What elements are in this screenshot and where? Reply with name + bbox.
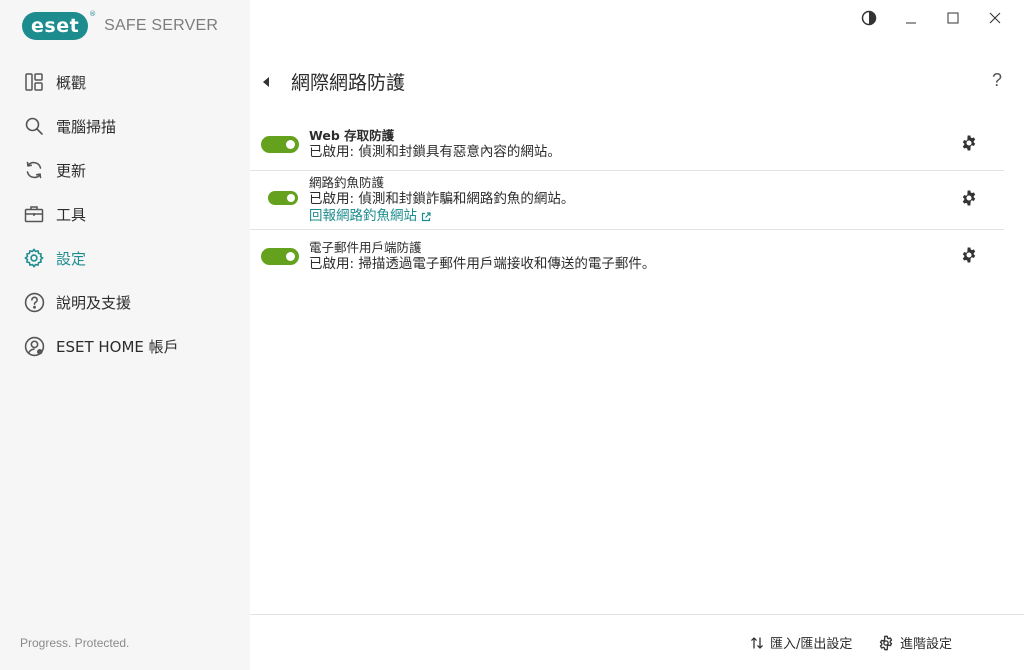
tools-icon [23,203,45,225]
feature-status: 已啟用: 偵測和封鎖具有惡意內容的網站。 [309,144,561,160]
feature-list: Web 存取防護 已啟用: 偵測和封鎖具有惡意內容的網站。 網路釣魚防護 已啟用… [250,118,1004,280]
feature-title: Web 存取防護 [309,128,395,143]
theme-toggle-button[interactable] [848,8,890,28]
web-access-settings-gear-icon[interactable] [960,134,978,152]
import-export-settings-button[interactable]: 匯入/匯出設定 [750,633,852,652]
import-export-label: 匯入/匯出設定 [770,637,853,652]
maximize-icon [947,12,959,24]
sidebar-item-overview[interactable]: 概觀 [0,60,250,104]
report-phishing-link[interactable]: 回報網路釣魚網站 [309,208,574,225]
product-name: SAFE SERVER [104,17,219,34]
sidebar-item-computer-scan[interactable]: 電腦掃描 [0,104,250,148]
feature-title: 網路釣魚防護 [309,175,385,190]
anti-phishing-toggle[interactable] [268,191,298,205]
page-title: 網際網路防護 [291,72,406,94]
advanced-setup-button[interactable]: 進階設定 [878,633,952,652]
feature-row-anti-phishing: 網路釣魚防護 已啟用: 偵測和封鎖詐騙和網路釣魚的網站。 回報網路釣魚網站 [250,171,1004,230]
footer-bar: 匯入/匯出設定 進階設定 [250,614,1024,670]
help-icon [23,291,45,313]
sidebar-item-setup[interactable]: 設定 [0,236,250,280]
sidebar-item-label: 工具 [56,205,87,224]
sidebar-item-label: 概觀 [56,73,87,92]
import-export-icon [750,636,764,650]
toggle-knob [286,140,295,149]
toggle-knob [286,252,295,261]
feature-title: 電子郵件用戶端防護 [309,240,422,255]
contrast-icon [861,10,877,26]
scan-icon [23,115,45,137]
email-client-settings-gear-icon[interactable] [960,246,978,264]
minimize-button[interactable] [890,8,932,28]
close-icon [989,12,1001,24]
sidebar-item-label: 更新 [56,161,87,180]
tagline: Progress. Protected. [20,636,130,650]
back-button[interactable] [262,72,274,92]
sidebar-item-tools[interactable]: 工具 [0,192,250,236]
sidebar-item-label: ESET HOME 帳戶 [56,337,179,356]
close-button[interactable] [974,8,1016,28]
toggle-knob [287,194,295,202]
sidebar-item-label: 電腦掃描 [56,117,117,136]
logo-badge: eset [22,12,89,40]
page-header: 網際網路防護 [262,68,405,95]
feature-status: 已啟用: 掃描透過電子郵件用戶端接收和傳送的電子郵件。 [309,256,656,272]
settings-icon [23,247,45,269]
overview-icon [23,71,45,93]
sidebar-nav: 概觀 電腦掃描 更新 工具 設定 說明及支援 ESET HOME 帳戶 [0,60,250,368]
sidebar-item-label: 設定 [56,249,87,268]
advanced-setup-label: 進階設定 [900,637,953,652]
registered-mark-icon: ® [89,10,97,18]
back-arrow-icon [263,76,269,87]
update-icon [23,159,45,181]
link-label: 回報網路釣魚網站 [309,208,417,224]
feature-row-email-client: 電子郵件用戶端防護 已啟用: 掃描透過電子郵件用戶端接收和傳送的電子郵件。 [250,230,1004,280]
gear-icon [878,635,894,651]
feature-row-web-access: Web 存取防護 已啟用: 偵測和封鎖具有惡意內容的網站。 [250,118,1004,171]
sidebar-item-help-support[interactable]: 說明及支援 [0,280,250,324]
external-link-icon [421,211,431,222]
minimize-icon [906,22,916,24]
maximize-button[interactable] [932,8,974,28]
sidebar-item-label: 說明及支援 [56,293,132,312]
help-button[interactable]: ? [992,70,1002,91]
sidebar-item-eset-home-account[interactable]: ESET HOME 帳戶 [0,324,250,368]
web-access-toggle[interactable] [261,136,299,153]
email-client-toggle[interactable] [261,248,299,265]
sidebar-item-update[interactable]: 更新 [0,148,250,192]
window-controls [848,8,1016,28]
account-icon [23,335,45,357]
anti-phishing-settings-gear-icon[interactable] [960,189,978,207]
sidebar: eset ® SAFE SERVER 概觀 電腦掃描 更新 工具 設定 說明及支… [0,0,250,670]
feature-status: 已啟用: 偵測和封鎖詐騙和網路釣魚的網站。 [309,191,575,207]
eset-logo: eset ® SAFE SERVER [22,10,219,40]
